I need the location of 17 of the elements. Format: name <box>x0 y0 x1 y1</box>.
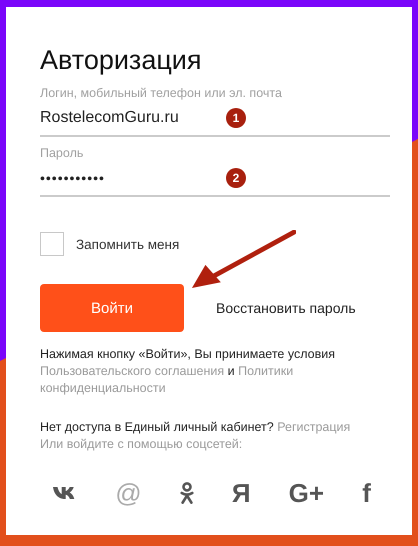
step-marker: 1 <box>226 108 246 128</box>
no-access-text: Нет доступа в Единый личный кабинет? Регистрация <box>40 419 352 436</box>
social-login-icon[interactable]: G+ <box>288 479 324 507</box>
social-login-icon[interactable]: Я <box>232 479 251 507</box>
page-title: Авторизация <box>40 44 202 77</box>
login-field[interactable]: RostelecomGuru.ru 1 <box>40 101 390 137</box>
terms-text: Нажимая кнопку «Войти», Вы принимаете условия Пользовательского соглашения и Политики конфиденциальности <box>40 346 336 397</box>
ok-icon[interactable] <box>180 481 194 505</box>
social-login-icon[interactable]: f <box>362 479 371 507</box>
field-label: Пароль <box>40 145 84 161</box>
password-field[interactable]: ••••••••••• 2 <box>40 161 390 197</box>
social-hint: Или войдите с помощью соцсетей: <box>40 436 244 453</box>
checkbox-label: Запомнить меня <box>76 236 180 252</box>
field-label: Логин, мобильный телефон или эл. почта <box>40 85 283 101</box>
checkbox[interactable] <box>40 232 64 256</box>
step-marker: 2 <box>226 168 246 188</box>
restore-password-link[interactable]: Восстановить пароль <box>216 300 356 316</box>
